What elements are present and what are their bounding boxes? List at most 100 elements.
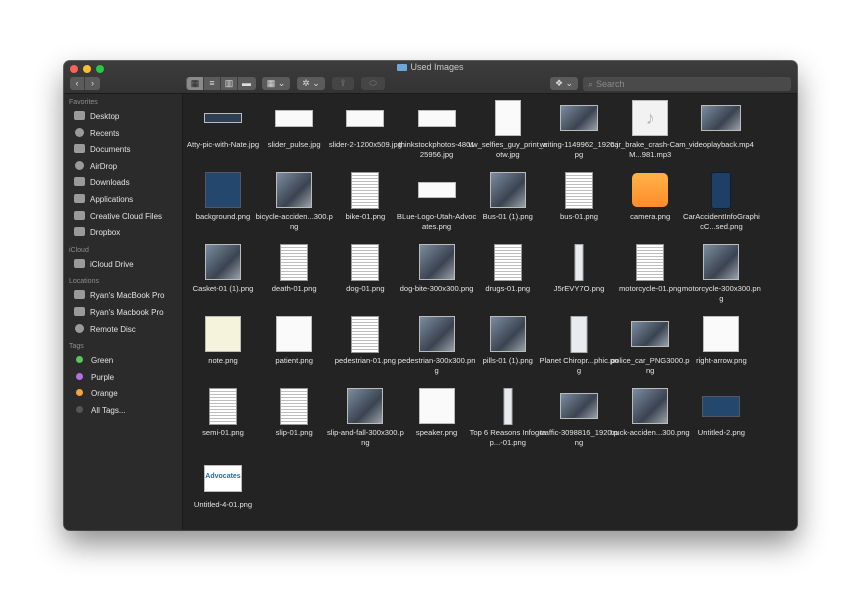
- file-item[interactable]: right-arrow.png: [685, 313, 757, 385]
- file-thumbnail: [417, 109, 456, 127]
- file-item[interactable]: truck-acciden...300.png: [611, 385, 690, 457]
- file-item[interactable]: motorcycle-300x300.png: [682, 241, 761, 313]
- file-item[interactable]: Atty-pic-with-Nate.jpg: [187, 97, 259, 169]
- file-item[interactable]: speaker.png: [401, 385, 473, 457]
- gallery-view-button[interactable]: ▬: [238, 77, 255, 90]
- column-view-button[interactable]: ▥: [221, 77, 238, 90]
- tag-color-dot-icon: [76, 356, 83, 364]
- file-item[interactable]: pedestrian-300x300.png: [398, 313, 475, 385]
- sidebar-item-ryan-s-macbook-pro[interactable]: Ryan's Macbook Pro: [64, 305, 182, 322]
- file-item[interactable]: Bus-01 (1).png: [472, 169, 544, 241]
- sidebar-tag-green[interactable]: Green: [64, 353, 182, 370]
- file-name: bus-01.png: [560, 212, 598, 221]
- file-item[interactable]: Top 6 Reasons Infograp...-01.png: [470, 385, 546, 457]
- file-item[interactable]: slider-2-1200x509.jpg: [329, 97, 402, 169]
- file-item[interactable]: bike-01.png: [329, 169, 401, 241]
- favorites-list: Desktop Recents Documents AirDrop Downloads A…: [64, 109, 182, 242]
- file-item[interactable]: police_car_PNG3000.png: [611, 313, 689, 385]
- file-item[interactable]: ♪ car_brake_crash-Cam_M...981.mp3: [611, 97, 690, 169]
- file-name: J5rEVY7O.png: [553, 284, 605, 293]
- file-item[interactable]: thinkstockphotos-480125956.jpg: [399, 97, 475, 169]
- sidebar-item-desktop[interactable]: Desktop: [64, 109, 182, 126]
- file-item[interactable]: bicycle-acciden...300.png: [256, 169, 333, 241]
- sidebar-item-dropbox[interactable]: Dropbox: [64, 225, 182, 242]
- dropbox-button[interactable]: ❖ ⌄: [550, 77, 578, 90]
- icon-view-button[interactable]: ▦: [187, 77, 204, 90]
- sidebar-item-applications[interactable]: Applications: [64, 192, 182, 209]
- file-thumbnail: [636, 243, 665, 281]
- search-field[interactable]: ⌕ Search: [583, 77, 791, 91]
- file-item[interactable]: J5rEVY7O.png: [543, 241, 615, 313]
- file-name: thinkstockphotos-480125956.jpg: [398, 140, 475, 160]
- sidebar-item-icloud-drive[interactable]: iCloud Drive: [64, 257, 182, 274]
- sidebar-item-label: AirDrop: [90, 161, 118, 171]
- file-item[interactable]: BLue-Logo-Utah-Advocates.png: [397, 169, 476, 241]
- file-item[interactable]: slip-and-fall-300x300.png: [327, 385, 404, 457]
- forward-button[interactable]: ›: [85, 77, 100, 90]
- sidebar-item-ryan-s-macbook-pro[interactable]: Ryan's MacBook Pro: [64, 288, 182, 305]
- file-item[interactable]: pedestrian-01.png: [329, 313, 401, 385]
- file-thumbnail: [565, 171, 593, 209]
- file-item[interactable]: motorcycle-01.png: [614, 241, 686, 313]
- file-name: slider_pulse.jpg: [267, 140, 321, 149]
- sidebar: Favorites Desktop Recents Documents AirDrop…: [64, 94, 183, 530]
- file-item[interactable]: camera.png: [614, 169, 686, 241]
- file-item[interactable]: Untitled-2.png: [685, 385, 757, 457]
- sidebar-item-label: Ryan's MacBook Pro: [90, 291, 165, 301]
- file-thumbnail: [205, 244, 241, 280]
- file-item[interactable]: bus-01.png: [543, 169, 615, 241]
- file-item[interactable]: drugs-01.png: [472, 241, 544, 313]
- group-by-button[interactable]: ▦ ⌄: [262, 77, 290, 90]
- file-item[interactable]: death-01.png: [258, 241, 330, 313]
- file-item[interactable]: background.png: [187, 169, 259, 241]
- file-name: dog-bite-300x300.png: [399, 284, 474, 293]
- file-thumbnail: [280, 243, 309, 281]
- file-thumbnail: [631, 321, 670, 347]
- file-item[interactable]: Advocates Untitled-4-01.png: [187, 457, 259, 529]
- file-item[interactable]: traffic-3098816_1920.png: [540, 385, 618, 457]
- file-item[interactable]: CarAccidentInfoGraphicC...sed.png: [683, 169, 760, 241]
- sidebar-item-documents[interactable]: Documents: [64, 142, 182, 159]
- back-button[interactable]: ‹: [70, 77, 85, 90]
- file-thumbnail: [276, 316, 313, 352]
- file-name: Casket-01 (1).png: [192, 284, 254, 293]
- file-item[interactable]: writing-1149962_1920.jpg: [540, 97, 618, 169]
- file-item[interactable]: Planet Chiropr...phic.png: [540, 313, 618, 385]
- sidebar-tag-all-tags[interactable]: All Tags...: [64, 403, 182, 420]
- file-thumbnail: [418, 316, 455, 352]
- file-thumbnail: [276, 172, 313, 208]
- file-item[interactable]: slider_pulse.jpg: [258, 97, 330, 169]
- file-thumbnail: [417, 182, 456, 198]
- sidebar-item-creative-cloud-files[interactable]: Creative Cloud Files: [64, 209, 182, 226]
- sidebar-item-recents[interactable]: Recents: [64, 126, 182, 143]
- file-item[interactable]: note.png: [187, 313, 259, 385]
- file-item[interactable]: dog-01.png: [329, 241, 401, 313]
- file-item[interactable]: Casket-01 (1).png: [187, 241, 259, 313]
- sidebar-tag-orange[interactable]: Orange: [64, 386, 182, 403]
- action-button[interactable]: ✲ ⌄: [297, 77, 325, 90]
- share-button[interactable]: ⇪: [332, 77, 354, 90]
- file-item[interactable]: pills-01 (1).png: [472, 313, 544, 385]
- file-item[interactable]: semi-01.png: [187, 385, 259, 457]
- file-thumbnail: [489, 316, 526, 352]
- file-name: CarAccidentInfoGraphicC...sed.png: [682, 212, 760, 232]
- file-item[interactable]: vw_selfies_guy_print_aotw.jpg: [468, 97, 547, 169]
- file-thumbnail: [560, 105, 598, 131]
- list-view-button[interactable]: ≡: [204, 77, 221, 90]
- file-name: pedestrian-300x300.png: [397, 356, 476, 376]
- file-name: writing-1149962_1920.jpg: [539, 140, 619, 160]
- sidebar-item-remote-disc[interactable]: Remote Disc: [64, 322, 182, 339]
- sidebar-tag-purple[interactable]: Purple: [64, 370, 182, 387]
- window-title: Used Images: [64, 62, 797, 72]
- file-item[interactable]: patient.png: [258, 313, 330, 385]
- file-name: background.png: [195, 212, 251, 221]
- tag-button[interactable]: ⬭: [361, 77, 385, 90]
- sidebar-item-airdrop[interactable]: AirDrop: [64, 159, 182, 176]
- file-name: traffic-3098816_1920.png: [540, 428, 618, 448]
- file-item[interactable]: slip-01.png: [258, 385, 330, 457]
- sidebar-item-downloads[interactable]: Downloads: [64, 175, 182, 192]
- file-thumbnail: [574, 243, 584, 281]
- file-item[interactable]: videoplayback.mp4: [685, 97, 757, 169]
- file-item[interactable]: dog-bite-300x300.png: [400, 241, 474, 313]
- file-thumbnail: [418, 388, 455, 424]
